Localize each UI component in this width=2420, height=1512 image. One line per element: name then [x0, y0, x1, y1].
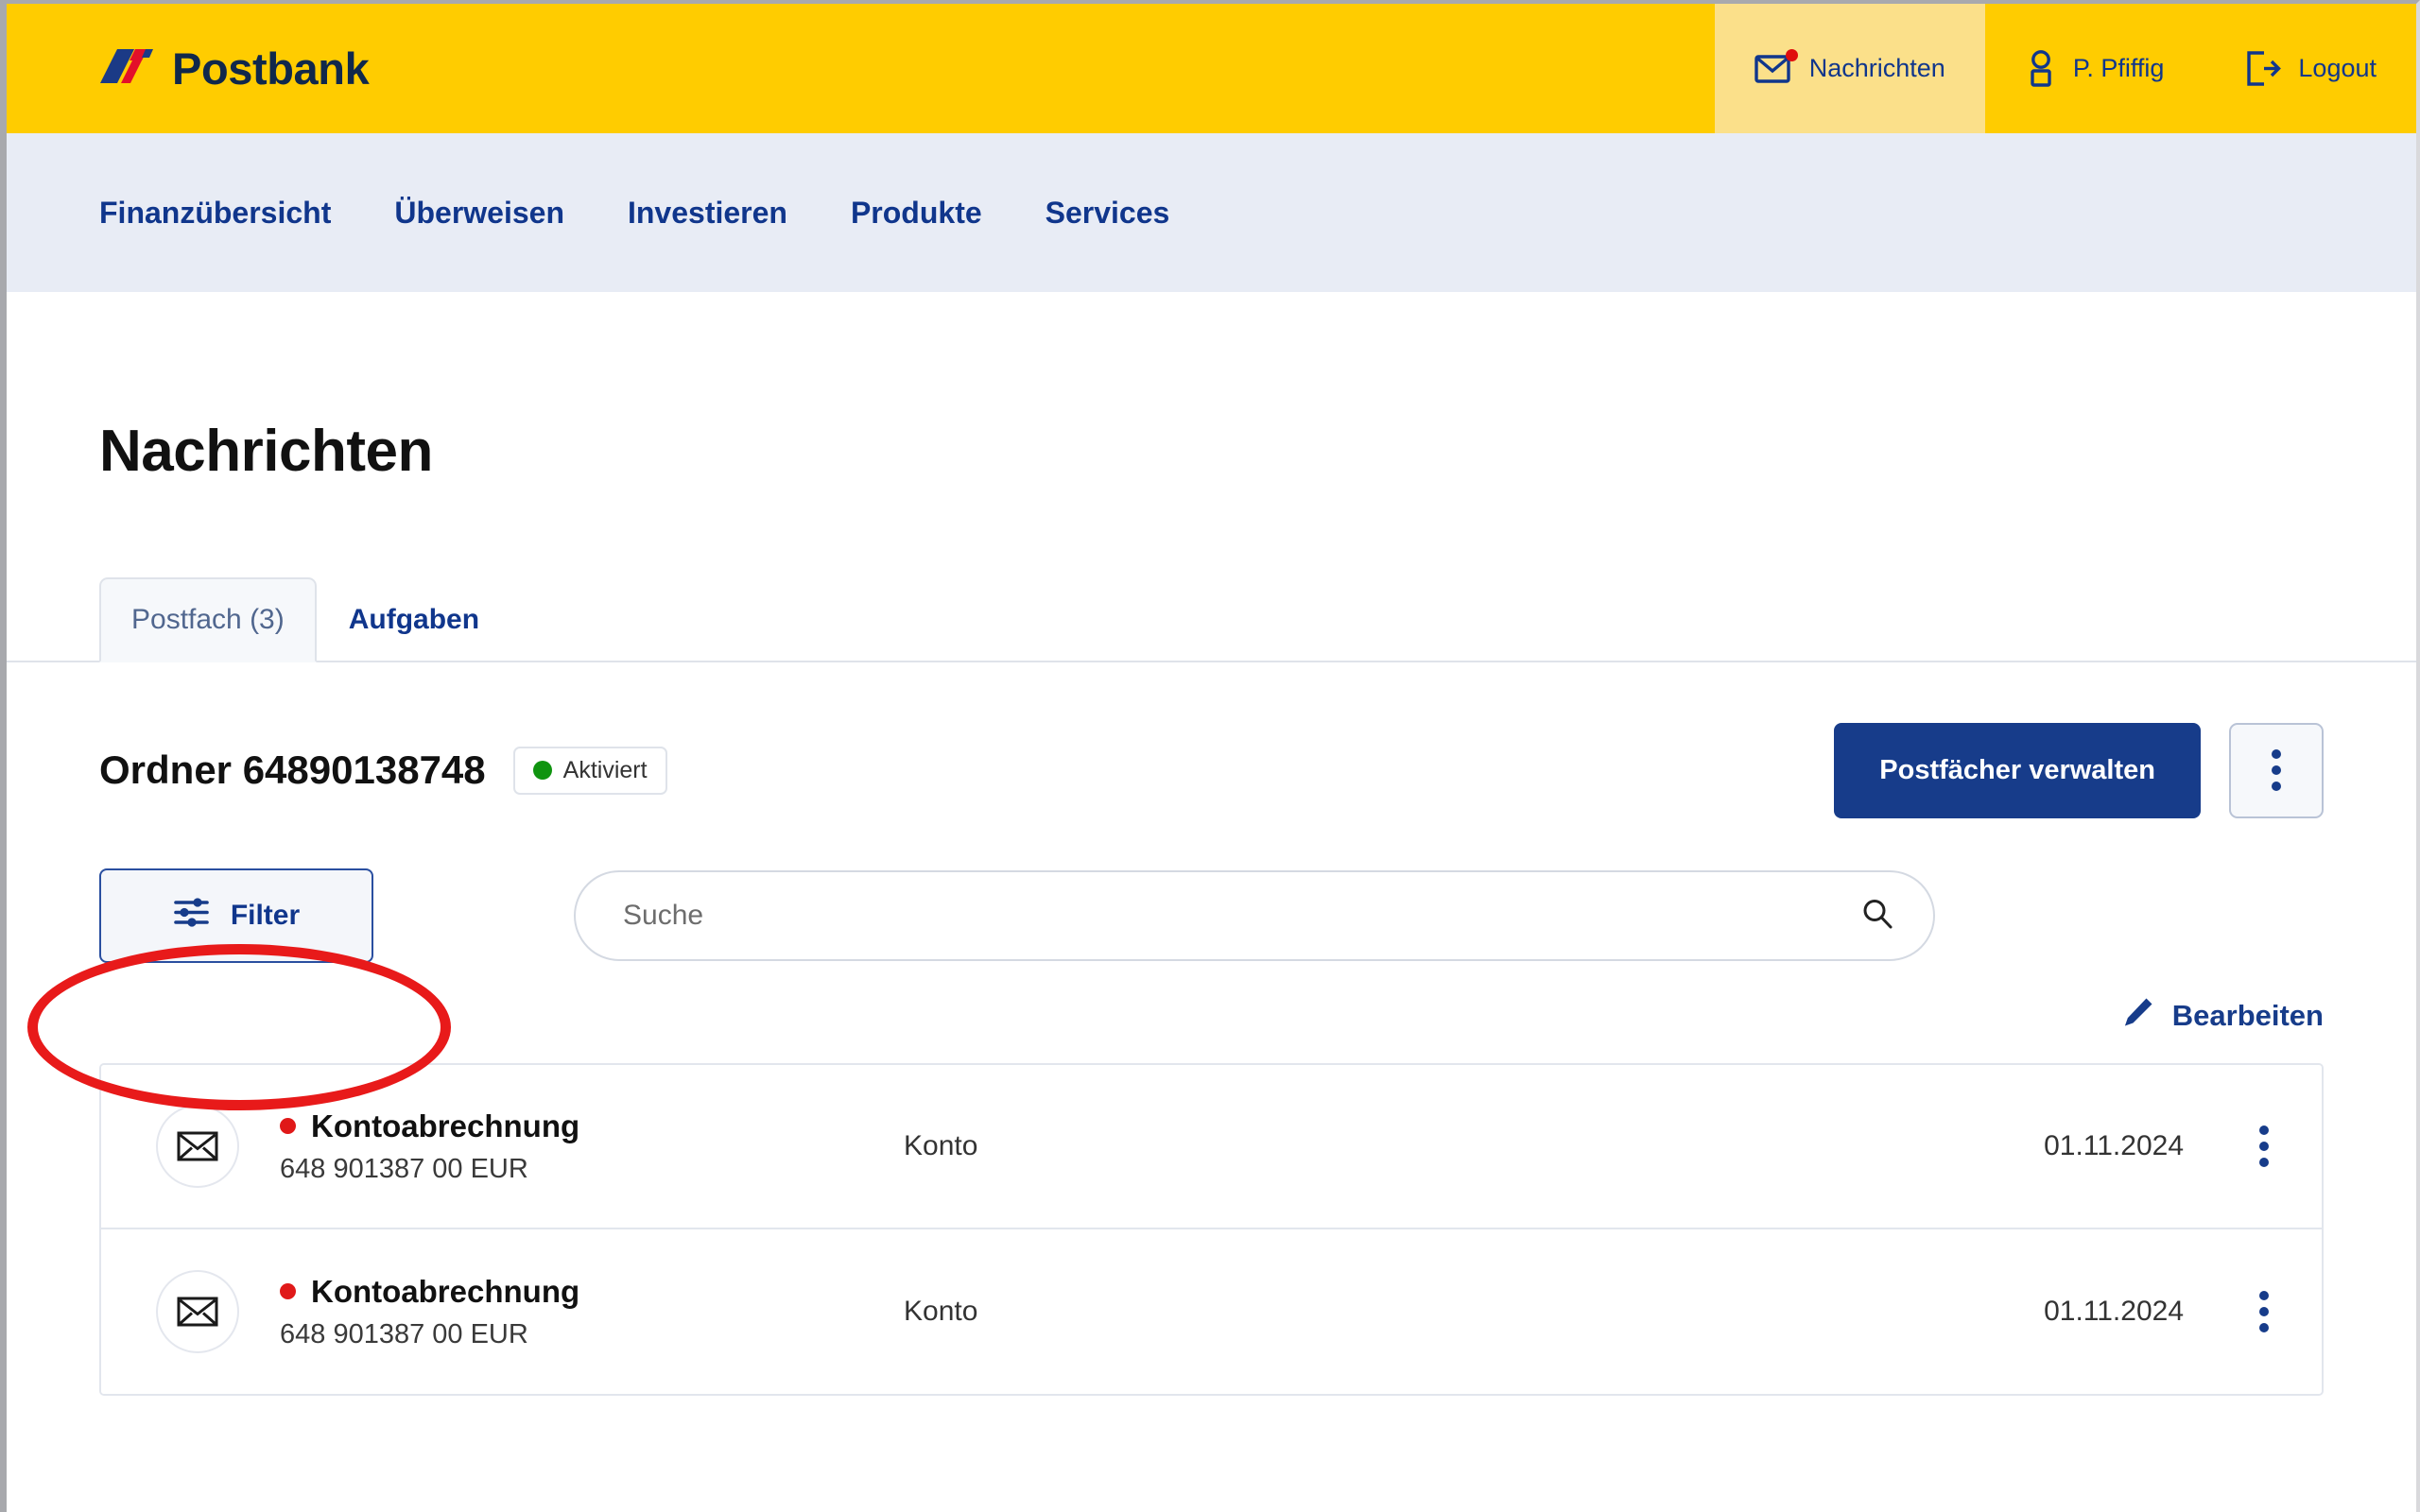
message-date: 01.11.2024 [2044, 1130, 2184, 1161]
search-box[interactable] [574, 870, 1935, 961]
edit-button-label: Bearbeiten [2171, 999, 2324, 1032]
logout-icon [2243, 49, 2282, 88]
header-item-label: Logout [2298, 54, 2377, 82]
header-actions: Nachrichten P. Pfiffig Logout [1714, 4, 2416, 133]
nav-item-produkte[interactable]: Produkte [851, 196, 982, 231]
folder-title: Ordner 64890138748 [99, 747, 486, 792]
user-icon [2025, 49, 2057, 88]
unread-dot-icon [280, 1283, 296, 1299]
page-title: Nachrichten [99, 419, 433, 484]
message-account: 648 901387 00 EUR [280, 1153, 528, 1184]
header-item-label: P. Pfiffig [2072, 54, 2165, 82]
message-main: Kontoabrechnung 648 901387 00 EUR [280, 1108, 904, 1185]
status-dot-icon [532, 761, 552, 780]
message-more-menu-button[interactable] [2238, 1291, 2290, 1332]
message-date: 01.11.2024 [2044, 1296, 2184, 1327]
kebab-menu-icon [2272, 749, 2281, 791]
tab-postfach[interactable]: Postfach (3) [99, 577, 317, 662]
unread-badge-dot [1785, 49, 1798, 61]
app-window: Postbank Nachrichten P. Pfiffig Logout F… [0, 0, 2420, 1512]
header-item-logout[interactable]: Logout [2204, 4, 2416, 133]
status-badge-label: Aktiviert [562, 756, 648, 783]
main-navigation: Finanzübersicht Überweisen Investieren P… [7, 133, 2416, 292]
app-header: Postbank Nachrichten P. Pfiffig Logout [7, 4, 2416, 133]
table-row[interactable]: Kontoabrechnung 648 901387 00 EUR Konto … [101, 1229, 2322, 1394]
tab-bar: Postfach (3) Aufgaben [7, 572, 2416, 662]
message-subject-line: Kontoabrechnung [280, 1108, 904, 1144]
brand-name: Postbank [172, 43, 370, 94]
nav-item-investieren[interactable]: Investieren [628, 196, 787, 231]
nav-item-services[interactable]: Services [1046, 196, 1170, 231]
brand[interactable]: Postbank [7, 4, 1715, 133]
envelope-icon [156, 1270, 239, 1353]
message-more-menu-button[interactable] [2238, 1125, 2290, 1167]
tab-aufgaben[interactable]: Aufgaben [317, 577, 511, 662]
message-category: Konto [904, 1130, 978, 1161]
pencil-icon [2121, 995, 2155, 1037]
header-item-nachrichten[interactable]: Nachrichten [1714, 4, 1985, 133]
message-account: 648 901387 00 EUR [280, 1318, 528, 1349]
manage-mailboxes-button[interactable]: Postfächer verwalten [1834, 722, 2201, 818]
filter-button[interactable]: Filter [99, 868, 373, 963]
status-badge: Aktiviert [512, 746, 667, 795]
nav-item-finanzuebersicht[interactable]: Finanzübersicht [99, 196, 331, 231]
postbank-logo [96, 45, 155, 92]
kebab-menu-icon [2259, 1125, 2269, 1167]
message-subject-line: Kontoabrechnung [280, 1274, 904, 1310]
envelope-icon [1754, 49, 1798, 84]
message-category: Konto [904, 1296, 978, 1327]
list-toolbar: Filter [7, 861, 2416, 971]
edit-button[interactable]: Bearbeiten [2121, 995, 2324, 1037]
unread-dot-icon [280, 1118, 296, 1134]
search-icon[interactable] [1860, 897, 1894, 936]
message-main: Kontoabrechnung 648 901387 00 EUR [280, 1274, 904, 1350]
message-subject: Kontoabrechnung [311, 1273, 580, 1309]
folder-header: Ordner 64890138748 Aktiviert Postfächer … [7, 721, 2416, 819]
filter-sliders-icon [173, 897, 210, 936]
message-subject: Kontoabrechnung [311, 1108, 580, 1143]
table-row[interactable]: Kontoabrechnung 648 901387 00 EUR Konto … [101, 1065, 2322, 1229]
page-content: Nachrichten Postfach (3) Aufgaben Ordner… [7, 292, 2416, 1396]
kebab-menu-icon [2259, 1291, 2269, 1332]
search-input[interactable] [623, 900, 1860, 932]
message-list: Kontoabrechnung 648 901387 00 EUR Konto … [99, 1063, 2324, 1396]
edit-row: Bearbeiten [7, 995, 2416, 1037]
folder-more-menu-button[interactable] [2229, 722, 2324, 818]
filter-button-label: Filter [230, 900, 301, 931]
envelope-icon [156, 1105, 239, 1188]
nav-item-ueberweisen[interactable]: Überweisen [394, 196, 564, 231]
header-item-user[interactable]: P. Pfiffig [1985, 4, 2204, 133]
header-item-label: Nachrichten [1808, 54, 1945, 82]
